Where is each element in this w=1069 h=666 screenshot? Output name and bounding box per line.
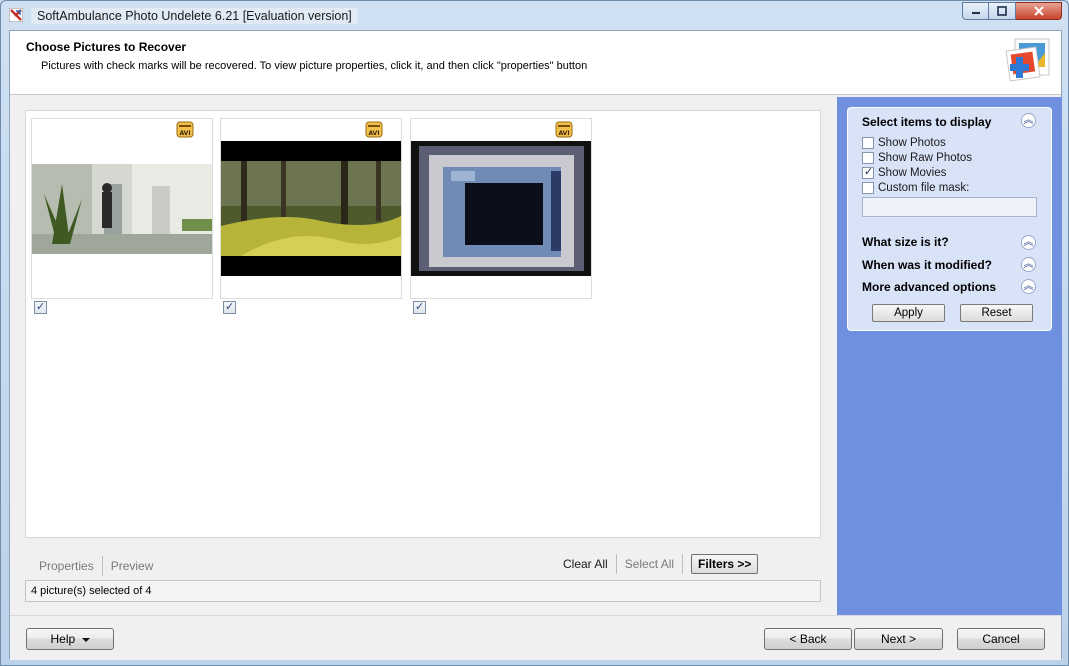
size-heading[interactable]: What size is it? [862,235,949,249]
picture-thumbnail[interactable]: AVI [220,118,402,299]
back-button[interactable]: < Back [764,628,852,650]
avi-file-icon: AVI [176,121,194,138]
modified-heading[interactable]: When was it modified? [862,258,992,272]
title-bar[interactable]: SoftAmbulance Photo Undelete 6.21 [Evalu… [1,1,1068,30]
help-label: Help [50,632,76,646]
check-icon: ✓ [415,301,425,313]
svg-text:AVI: AVI [368,130,379,137]
picture-checkbox[interactable]: ✓ [34,301,47,314]
clear-all-link[interactable]: Clear All [555,555,616,573]
show-movies-option[interactable]: ✓ Show Movies [862,166,947,179]
photo-recovery-logo-icon [1005,38,1050,82]
show-movies-checkbox[interactable]: ✓ [862,166,874,179]
custom-file-mask-option[interactable]: Custom file mask: [862,182,969,194]
expand-chevron-icon[interactable]: ︽ [1021,279,1036,294]
apply-button[interactable]: Apply [872,304,945,322]
show-movies-label: Show Movies [878,167,947,179]
expand-chevron-icon[interactable]: ︽ [1021,235,1036,250]
picture-thumbnail[interactable]: AVI [31,118,213,299]
page-subtitle: Pictures with check marks will be recove… [41,60,588,72]
collapse-chevron-icon[interactable]: ︽ [1021,113,1036,128]
svg-text:AVI: AVI [558,130,569,137]
wizard-header: Choose Pictures to Recover Pictures with… [10,31,1061,95]
show-photos-label: Show Photos [878,137,946,149]
file-mask-input[interactable] [862,197,1037,217]
select-items-heading[interactable]: Select items to display [862,115,991,129]
wizard-footer: Help < Back Next > Cancel [10,615,1061,660]
reset-button[interactable]: Reset [960,304,1033,322]
window-controls [962,2,1062,20]
minimize-button[interactable] [962,2,989,20]
picture-thumbnail[interactable]: AVI [410,118,592,299]
check-icon: ✓ [864,166,874,178]
view-actions: Properties Preview [31,556,161,576]
picture-checkbox[interactable]: ✓ [413,301,426,314]
preview-link[interactable]: Preview [103,557,162,575]
maximize-button[interactable] [989,2,1016,20]
avi-file-icon: AVI [555,121,573,138]
page-title: Choose Pictures to Recover [26,40,187,54]
show-raw-photos-label: Show Raw Photos [878,152,972,164]
maximize-icon [997,6,1007,16]
select-all-link[interactable]: Select All [617,555,682,573]
forest-thumbnail-image [221,141,401,276]
svg-text:AVI: AVI [179,130,190,137]
show-photos-option[interactable]: Show Photos [862,137,946,149]
picture-gallery[interactable]: AVI ✓ AVI ✓ AVI ✓ [25,110,821,538]
divider [682,554,684,574]
app-logo-icon [9,8,23,22]
monitor-thumbnail-image [411,141,591,276]
check-icon: ✓ [225,301,235,313]
advanced-options-heading[interactable]: More advanced options [862,280,996,294]
cancel-button[interactable]: Cancel [957,628,1045,650]
check-icon: ✓ [36,301,46,313]
hallway-thumbnail-image [32,164,212,254]
help-button[interactable]: Help [26,628,114,650]
selection-actions: Clear All Select All Filters >> [555,554,759,574]
filter-side-panel: Select items to display ︽ Show Photos Sh… [837,97,1062,615]
custom-file-mask-checkbox[interactable] [862,182,874,194]
properties-link[interactable]: Properties [31,557,102,575]
wizard-client-area: Choose Pictures to Recover Pictures with… [9,30,1062,660]
filters-button[interactable]: Filters >> [691,554,759,574]
filter-box: Select items to display ︽ Show Photos Sh… [847,107,1052,331]
minimize-icon [971,12,980,14]
dropdown-arrow-icon [81,637,90,642]
status-bar: 4 picture(s) selected of 4 [25,580,821,602]
show-raw-photos-option[interactable]: Show Raw Photos [862,152,972,164]
next-button[interactable]: Next > [854,628,943,650]
show-raw-photos-checkbox[interactable] [862,152,874,164]
picture-checkbox[interactable]: ✓ [223,301,236,314]
custom-file-mask-label: Custom file mask: [878,182,970,194]
close-button[interactable] [1016,2,1062,20]
close-icon [1033,6,1044,16]
show-photos-checkbox[interactable] [862,137,874,149]
app-window: SoftAmbulance Photo Undelete 6.21 [Evalu… [0,0,1069,666]
avi-file-icon: AVI [365,121,383,138]
expand-chevron-icon[interactable]: ︽ [1021,257,1036,272]
window-title: SoftAmbulance Photo Undelete 6.21 [Evalu… [31,8,358,24]
